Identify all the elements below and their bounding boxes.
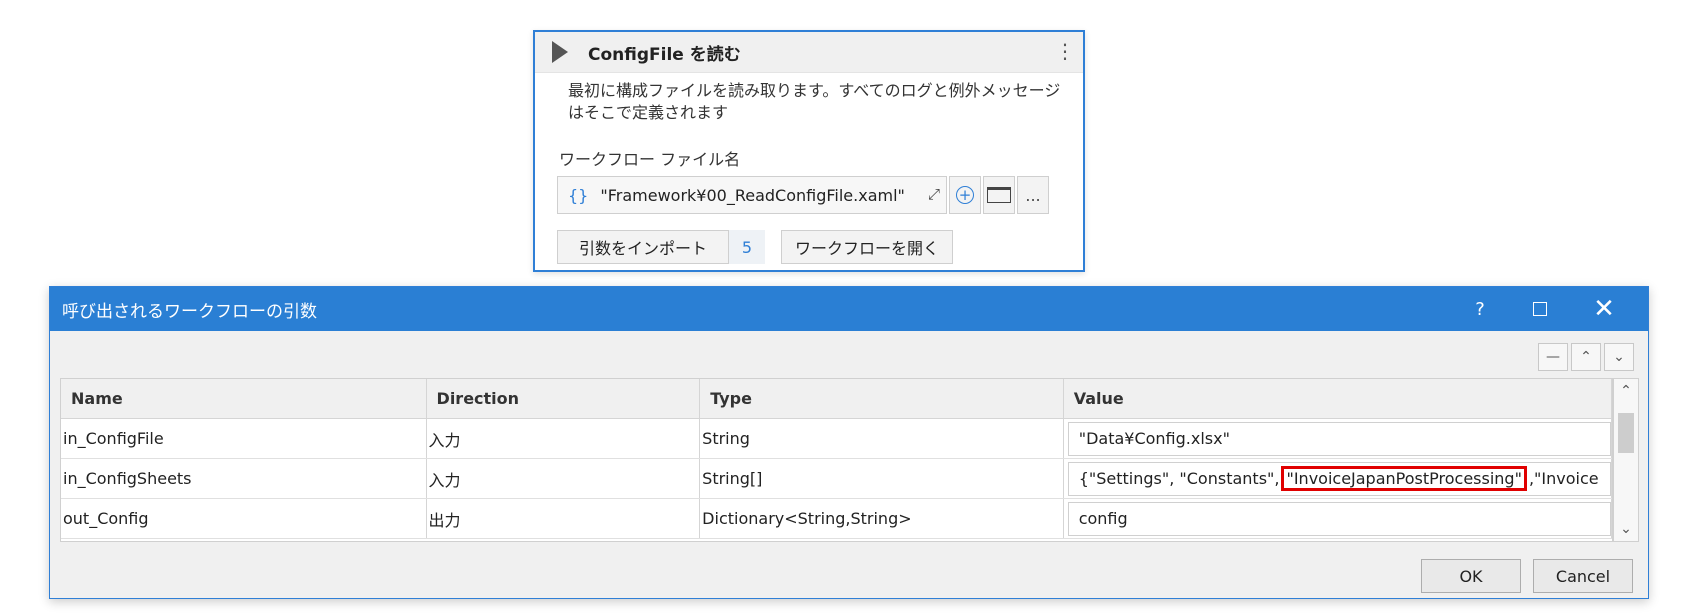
argument-direction[interactable]: 入力: [427, 459, 701, 498]
ellipsis-button[interactable]: ...: [1017, 176, 1049, 214]
argument-type: String[]: [700, 459, 1064, 498]
table-row[interactable]: in_ConfigSheets 入力 String[] {"Settings",…: [61, 459, 1612, 499]
value-text-start: {"Settings", "Constants",: [1078, 469, 1280, 488]
workflow-file-field[interactable]: {} "Framework¥00_ReadConfigFile.xaml" ⤢: [557, 176, 947, 214]
expression-brace-icon[interactable]: {}: [568, 186, 588, 205]
argument-value-input[interactable]: {"Settings", "Constants", "InvoiceJapanP…: [1067, 461, 1611, 496]
ok-button[interactable]: OK: [1421, 559, 1521, 593]
invoked-workflow-arguments-dialog: 呼び出されるワークフローの引数 ? ✕ — ⌃ ⌄ Name Direction…: [49, 286, 1649, 599]
workflow-file-label: ワークフロー ファイル名: [559, 150, 741, 169]
argument-count-badge: 5: [729, 230, 765, 264]
scrollbar-thumb[interactable]: [1618, 413, 1634, 453]
close-button[interactable]: ✕: [1576, 287, 1632, 331]
grid-toolbar: — ⌃ ⌄: [1535, 343, 1634, 371]
highlighted-sheet-name: "InvoiceJapanPostProcessing": [1281, 466, 1527, 491]
column-header-direction[interactable]: Direction: [427, 379, 701, 418]
table-row[interactable]: in_ConfigFile 入力 String "Data¥Config.xls…: [61, 419, 1612, 459]
argument-name: in_ConfigSheets: [61, 459, 427, 498]
argument-type: Dictionary<String,String>: [700, 499, 1064, 538]
workflow-file-row: {} "Framework¥00_ReadConfigFile.xaml" ⤢ …: [557, 176, 1049, 214]
argument-name: in_ConfigFile: [61, 419, 427, 458]
cancel-button[interactable]: Cancel: [1533, 559, 1633, 593]
activity-title: ConfigFile を読む: [588, 44, 741, 65]
activity-description: 最初に構成ファイルを読み取ります。すべてのログと例外メッセージはそこで定義されま…: [568, 81, 1061, 122]
argument-direction[interactable]: 出力: [427, 499, 701, 538]
folder-icon: [987, 187, 1011, 203]
argument-direction[interactable]: 入力: [427, 419, 701, 458]
workflow-file-value: "Framework¥00_ReadConfigFile.xaml": [600, 185, 905, 205]
column-header-name[interactable]: Name: [61, 379, 427, 418]
argument-value-input[interactable]: config: [1067, 501, 1611, 536]
scroll-up-icon[interactable]: ⌃: [1614, 383, 1638, 399]
invoke-workflow-activity[interactable]: ConfigFile を読む ⋮ 最初に構成ファイルを読み取ります。すべてのログ…: [533, 30, 1085, 272]
browse-folder-button[interactable]: [983, 176, 1015, 214]
vertical-scrollbar[interactable]: ⌃ ⌄: [1613, 378, 1639, 542]
plus-circle-icon: +: [956, 186, 974, 204]
dialog-titlebar: 呼び出されるワークフローの引数 ? ✕: [50, 287, 1648, 331]
open-workflow-button[interactable]: ワークフローを開く: [781, 230, 953, 264]
dialog-title: 呼び出されるワークフローの引数: [62, 301, 317, 322]
expand-icon[interactable]: ⤢: [928, 185, 940, 203]
activity-button-row: 引数をインポート 5 ワークフローを開く: [557, 230, 953, 264]
argument-value-input[interactable]: "Data¥Config.xlsx": [1067, 421, 1611, 456]
more-options-icon[interactable]: ⋮: [1055, 38, 1075, 64]
table-row[interactable]: out_Config 出力 Dictionary<String,String> …: [61, 499, 1612, 539]
arguments-grid: Name Direction Type Value in_ConfigFile …: [60, 378, 1613, 542]
play-icon: [552, 41, 568, 63]
scroll-down-icon[interactable]: ⌄: [1614, 521, 1638, 537]
column-header-type[interactable]: Type: [700, 379, 1064, 418]
argument-value-cell: "Data¥Config.xlsx": [1064, 419, 1612, 458]
argument-name: out_Config: [61, 499, 427, 538]
argument-type: String: [700, 419, 1064, 458]
move-down-button[interactable]: ⌄: [1604, 343, 1634, 371]
move-up-button[interactable]: ⌃: [1571, 343, 1601, 371]
maximize-button[interactable]: [1512, 287, 1568, 331]
help-button[interactable]: ?: [1452, 287, 1508, 331]
value-text-end: ,"Invoice: [1528, 469, 1599, 488]
column-header-value[interactable]: Value: [1064, 379, 1612, 418]
remove-row-button[interactable]: —: [1538, 343, 1568, 371]
maximize-icon: [1533, 302, 1547, 316]
activity-header[interactable]: ConfigFile を読む ⋮: [535, 32, 1083, 73]
add-button[interactable]: +: [949, 176, 981, 214]
argument-value-cell: config: [1064, 499, 1612, 538]
grid-header: Name Direction Type Value: [61, 379, 1612, 419]
import-arguments-button[interactable]: 引数をインポート: [557, 230, 729, 264]
argument-value-cell: {"Settings", "Constants", "InvoiceJapanP…: [1064, 459, 1612, 498]
